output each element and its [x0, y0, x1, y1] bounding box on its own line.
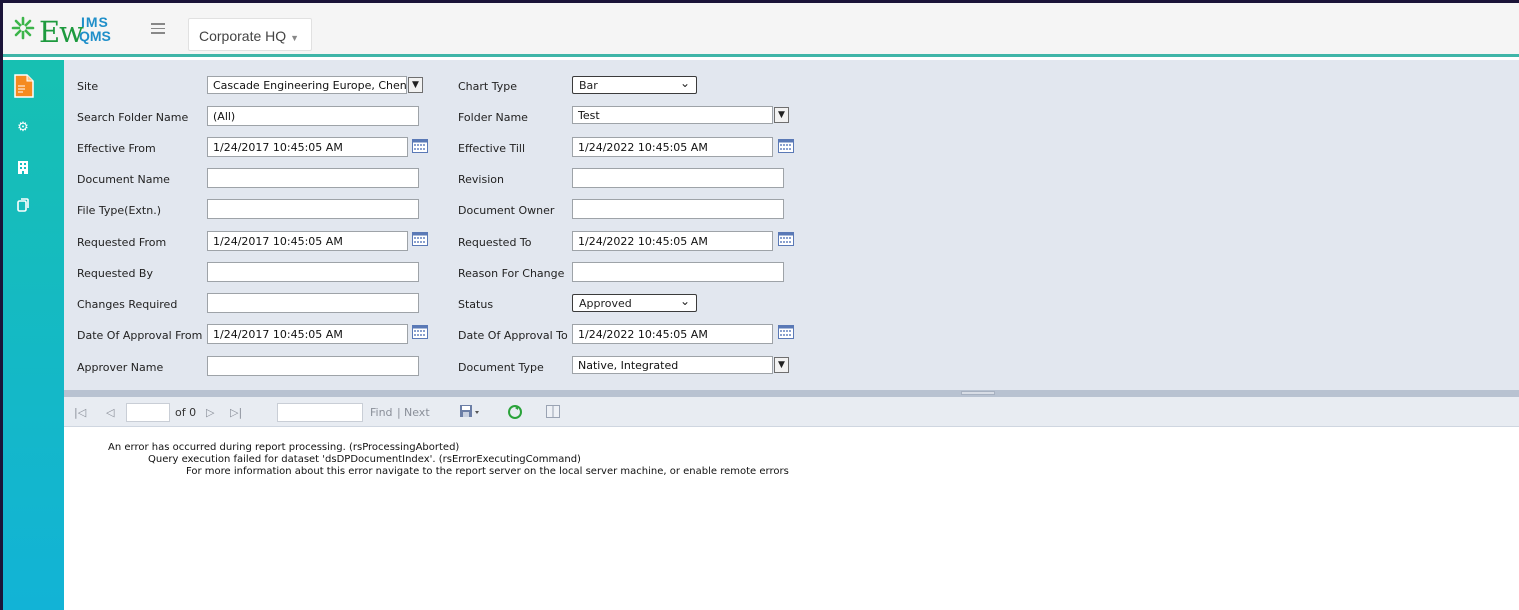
requested-to-label: Requested To [458, 236, 532, 249]
document-icon [14, 74, 34, 98]
export-icon[interactable] [459, 404, 481, 418]
requested-from-label: Requested From [77, 236, 167, 249]
requested-by-label: Requested By [77, 267, 153, 280]
last-page-icon[interactable]: ▷| [230, 406, 242, 419]
file-type-field[interactable] [207, 199, 419, 219]
document-type-dropdown-icon[interactable]: ▼ [774, 357, 789, 373]
chart-type-select[interactable]: Bar ⌄ [572, 76, 697, 94]
splitter-grip-icon[interactable] [961, 391, 995, 395]
document-type-field[interactable]: Native, Integrated [572, 356, 773, 374]
document-owner-label: Document Owner [458, 204, 555, 217]
caret-down-icon: ▼ [290, 33, 300, 43]
gears-icon[interactable]: ⚙ [15, 120, 31, 136]
error-message-line-1: An error has occurred during report proc… [108, 442, 460, 453]
document-name-field[interactable] [207, 168, 419, 188]
effective-till-label: Effective Till [458, 142, 526, 155]
calendar-icon[interactable] [778, 232, 794, 246]
document-owner-field[interactable] [572, 199, 784, 219]
parameter-splitter[interactable] [64, 390, 1519, 397]
error-message-line-2: Query execution failed for dataset 'dsDP… [148, 454, 581, 465]
sunburst-icon [11, 16, 35, 40]
folder-name-label: Folder Name [458, 111, 528, 124]
calendar-icon[interactable] [778, 139, 794, 153]
building-icon[interactable] [15, 160, 31, 176]
requested-by-field[interactable] [207, 262, 419, 282]
first-page-icon[interactable]: |◁ [74, 406, 86, 419]
chevron-down-icon: ⌄ [679, 294, 690, 308]
requested-from-field[interactable]: 1/24/2017 10:45:05 AM [207, 231, 408, 251]
find-input[interactable] [277, 403, 363, 422]
site-dropdown-icon[interactable]: ▼ [408, 77, 423, 93]
app-window: Ew IMS QMS Corporate HQ ▼ ⚙ Site Cascade… [3, 3, 1519, 610]
error-message-line-3: For more information about this error na… [186, 466, 789, 477]
approval-from-label: Date Of Approval From [77, 329, 203, 342]
print-layout-icon[interactable] [546, 405, 560, 418]
menu-icon[interactable] [151, 23, 165, 35]
sidebar: ⚙ [3, 60, 64, 610]
revision-label: Revision [458, 173, 504, 186]
document-name-label: Document Name [77, 173, 170, 186]
app-logo[interactable]: Ew IMS QMS [11, 11, 141, 49]
reason-for-change-field[interactable] [572, 262, 784, 282]
changes-required-field[interactable] [207, 293, 419, 313]
next-button[interactable]: Next [404, 406, 430, 419]
revision-field[interactable] [572, 168, 784, 188]
next-page-icon[interactable]: ▷ [206, 406, 214, 419]
approver-name-field[interactable] [207, 356, 419, 376]
approver-name-label: Approver Name [77, 361, 164, 374]
copy-icon[interactable] [15, 198, 31, 214]
requested-to-field[interactable]: 1/24/2022 10:45:05 AM [572, 231, 773, 251]
changes-required-label: Changes Required [77, 298, 178, 311]
calendar-icon[interactable] [412, 139, 428, 153]
refresh-icon[interactable] [507, 404, 523, 420]
document-type-label: Document Type [458, 361, 544, 374]
effective-till-field[interactable]: 1/24/2022 10:45:05 AM [572, 137, 773, 157]
page-number-input[interactable] [126, 403, 170, 422]
effective-from-field[interactable]: 1/24/2017 10:45:05 AM [207, 137, 408, 157]
report-viewer: An error has occurred during report proc… [64, 428, 1519, 610]
chevron-down-icon: ⌄ [679, 76, 690, 90]
status-value: Approved [579, 297, 632, 310]
site-selector[interactable]: Corporate HQ ▼ [188, 18, 312, 51]
effective-from-label: Effective From [77, 142, 156, 155]
logo-text: Ew [39, 15, 84, 49]
file-type-label: File Type(Extn.) [77, 204, 161, 217]
chart-type-value: Bar [579, 79, 598, 92]
sidebar-item-documents[interactable] [11, 72, 39, 100]
page-count: of 0 [175, 406, 197, 419]
calendar-icon[interactable] [412, 325, 428, 339]
reason-for-change-label: Reason For Change [458, 267, 565, 280]
report-toolbar: |◁ ◁ of 0 ▷ ▷| Find | Next [64, 397, 1519, 427]
folder-name-field[interactable]: Test [572, 106, 773, 124]
calendar-icon[interactable] [412, 232, 428, 246]
logo-qms-text: QMS [79, 28, 111, 44]
approval-from-field[interactable]: 1/24/2017 10:45:05 AM [207, 324, 408, 344]
approval-to-label: Date Of Approval To [458, 329, 568, 342]
site-label: Site [77, 80, 99, 93]
site-field[interactable]: Cascade Engineering Europe, Chenr [207, 76, 407, 94]
folder-dropdown-icon[interactable]: ▼ [774, 107, 789, 123]
status-label: Status [458, 298, 494, 311]
previous-page-icon[interactable]: ◁ [106, 406, 114, 419]
toolbar-separator: | [397, 406, 401, 419]
site-selector-label: Corporate HQ [199, 28, 287, 44]
chart-type-label: Chart Type [458, 80, 517, 93]
report-parameters: Site Cascade Engineering Europe, Chenr ▼… [64, 60, 1519, 390]
calendar-icon[interactable] [778, 325, 794, 339]
status-select[interactable]: Approved ⌄ [572, 294, 697, 312]
approval-to-field[interactable]: 1/24/2022 10:45:05 AM [572, 324, 773, 344]
search-folder-name-label: Search Folder Name [77, 111, 189, 124]
top-bar: Ew IMS QMS Corporate HQ ▼ [3, 3, 1519, 57]
search-folder-name-field[interactable]: (All) [207, 106, 419, 126]
find-button[interactable]: Find [370, 406, 393, 419]
